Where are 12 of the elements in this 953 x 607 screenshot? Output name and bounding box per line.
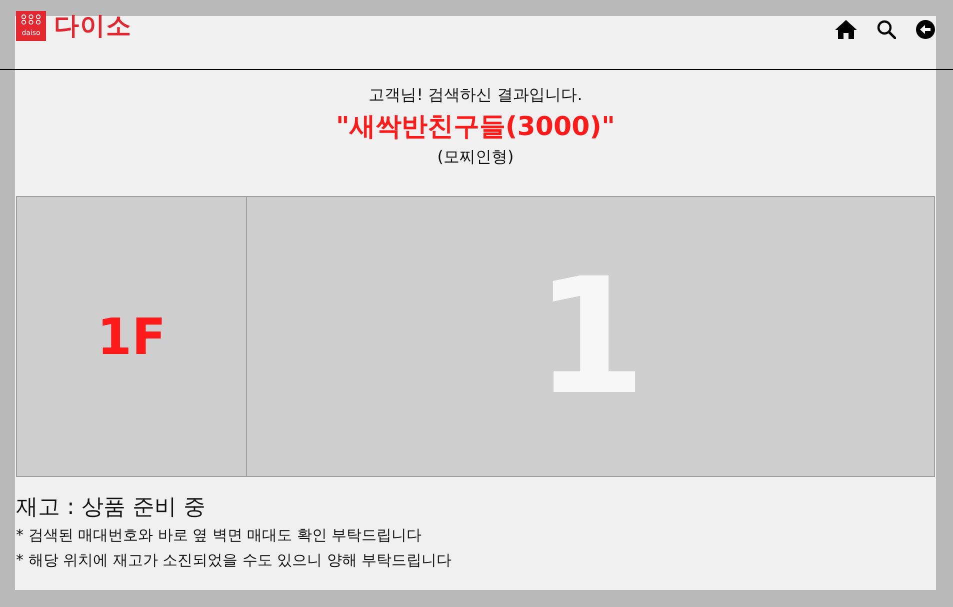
greeting-text: 고객님! 검색하신 결과입니다. — [368, 84, 582, 106]
logo-text: 다이소 — [54, 11, 132, 41]
notice-text: * 검색된 매대번호와 바로 옆 벽면 매대도 확인 부탁드립니다 — [16, 525, 423, 546]
notice-text: * 해당 위치에 재고가 소진되었을 수도 있으니 양해 부탁드립니다 — [16, 550, 453, 571]
product-note: (모찌인형) — [437, 146, 514, 168]
product-name: "새싹반친구들(3000)" — [336, 111, 616, 144]
dots-icon — [21, 14, 41, 25]
stock-status: 재고 : 상품 준비 중 — [16, 494, 206, 522]
home-icon[interactable] — [835, 20, 857, 39]
search-icon[interactable] — [877, 20, 896, 39]
floor-label: 1F — [97, 312, 166, 362]
back-icon[interactable] — [916, 20, 935, 39]
